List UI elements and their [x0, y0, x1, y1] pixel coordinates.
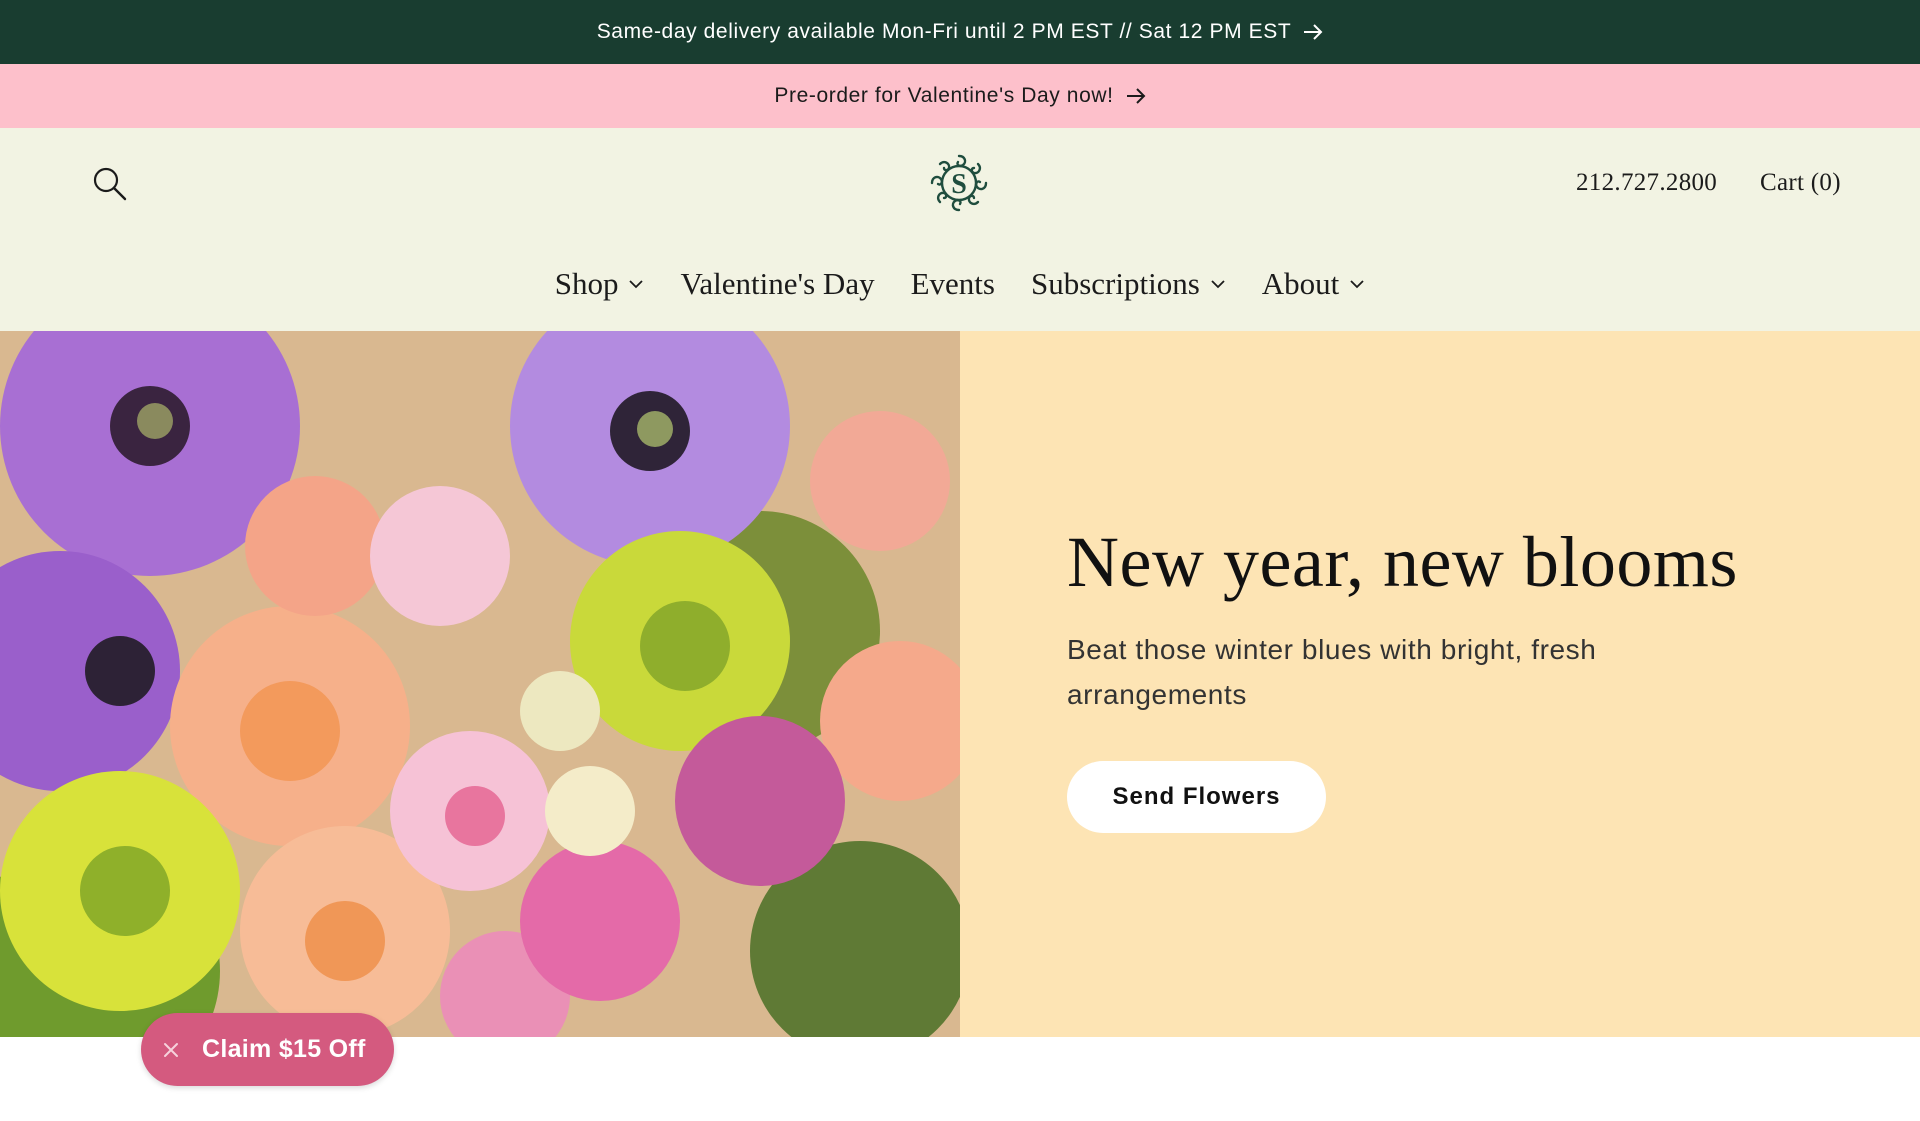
chevron-down-icon [1210, 279, 1226, 289]
send-flowers-button[interactable]: Send Flowers [1067, 761, 1326, 833]
delivery-announcement-bar: Same-day delivery available Mon-Fri unti… [0, 0, 1920, 64]
nav-item-label: About [1261, 266, 1340, 301]
hero-panel: New year, new blooms Beat those winter b… [960, 331, 1920, 1037]
phone-link[interactable]: 212.727.2800 [1576, 169, 1717, 197]
valentine-announcement-text: Pre-order for Valentine's Day now! [774, 84, 1114, 107]
site-header: S 212.727.2800 Cart (0) Shop Valentine's… [0, 128, 1920, 331]
delivery-announcement-text: Same-day delivery available Mon-Fri unti… [596, 20, 1292, 43]
nav-item-label: Events [910, 266, 995, 301]
cart-link[interactable]: Cart (0) [1760, 169, 1841, 197]
valentine-announcement-link[interactable]: Pre-order for Valentine's Day now! [774, 84, 1145, 108]
claim-offer-label[interactable]: Claim $15 Off [202, 1035, 366, 1064]
search-icon[interactable] [92, 166, 128, 202]
nav-item-label: Valentine's Day [680, 266, 875, 301]
delivery-announcement-link[interactable]: Same-day delivery available Mon-Fri unti… [597, 20, 1324, 44]
hero-title: New year, new blooms [1067, 522, 1738, 602]
brand-logo[interactable]: S [926, 150, 992, 216]
logo-letter: S [951, 169, 967, 200]
arrow-right-icon [1303, 24, 1323, 40]
close-icon[interactable] [160, 1039, 182, 1061]
claim-offer-pill[interactable]: Claim $15 Off [141, 1013, 394, 1086]
nav-item-shop[interactable]: Shop [555, 266, 645, 302]
main-nav: Shop Valentine's Day Events Subscription… [0, 260, 1920, 308]
nav-item-label: Shop [554, 266, 619, 301]
arrow-right-icon [1126, 88, 1146, 104]
nav-item-events[interactable]: Events [911, 266, 995, 302]
chevron-down-icon [628, 279, 644, 289]
nav-item-label: Subscriptions [1030, 266, 1200, 301]
valentine-announcement-bar: Pre-order for Valentine's Day now! [0, 64, 1920, 128]
hero-flower-image [0, 331, 960, 1037]
hero-subtitle: Beat those winter blues with bright, fre… [1067, 634, 1597, 710]
nav-item-about[interactable]: About [1262, 266, 1366, 302]
chevron-down-icon [1349, 279, 1365, 289]
nav-item-subscriptions[interactable]: Subscriptions [1031, 266, 1226, 302]
nav-item-valentines-day[interactable]: Valentine's Day [680, 266, 874, 302]
